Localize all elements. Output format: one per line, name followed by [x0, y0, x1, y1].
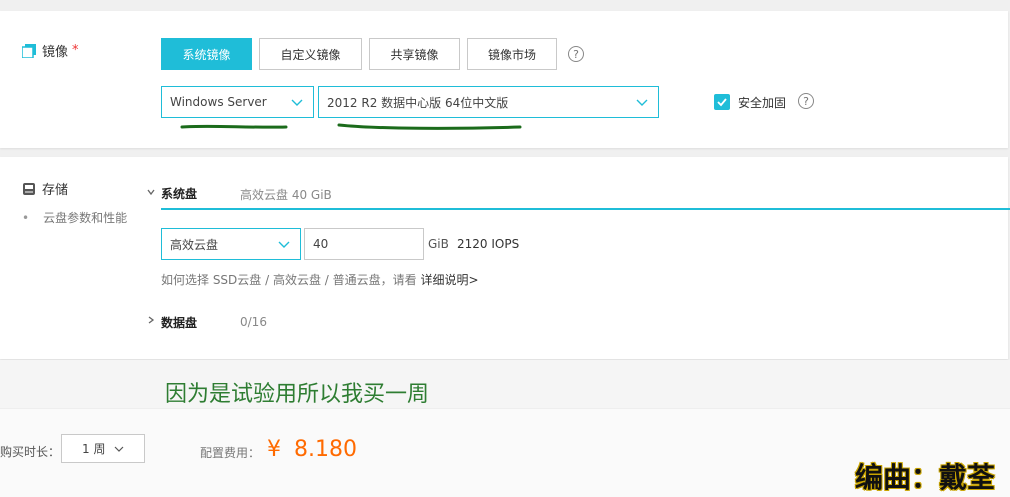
- fee-value: ¥ 8.180: [267, 437, 357, 462]
- version-select-value: 2012 R2 数据中心版 64位中文版: [327, 95, 509, 110]
- tab-label: 系统镜像: [182, 47, 231, 62]
- image-label-text: 镜像: [42, 45, 69, 60]
- chevron-right-icon[interactable]: [146, 314, 156, 328]
- tab-system-image[interactable]: 系统镜像: [161, 38, 252, 70]
- data-disk-label[interactable]: 数据盘: [161, 314, 197, 331]
- duration-label: 购买时长：: [0, 445, 61, 459]
- disk-iops: 2120 IOPS: [457, 237, 520, 251]
- duration-select[interactable]: 1 周: [61, 434, 145, 463]
- fee-currency: ¥: [267, 437, 281, 462]
- fee-amount: 8.180: [294, 437, 357, 462]
- chevron-down-icon: [278, 238, 290, 253]
- tab-shared-image[interactable]: 共享镜像: [369, 38, 460, 70]
- image-card: 镜像 * 系统镜像 自定义镜像 共享镜像 镜像市场 ? Windows Serv…: [0, 11, 1008, 148]
- os-select-value: Windows Server: [170, 95, 267, 109]
- chevron-down-icon: [636, 96, 648, 111]
- image-help-icon[interactable]: ?: [568, 46, 584, 62]
- disk-icon: [22, 182, 36, 196]
- help-glyph: ?: [803, 94, 809, 108]
- required-mark: *: [72, 43, 79, 58]
- disk-hint-text: 如何选择 SSD云盘 / 高效云盘 / 普通云盘，请看: [161, 273, 417, 287]
- data-disk-count: 0/16: [240, 315, 267, 329]
- storage-sub-item[interactable]: • 云盘参数和性能: [22, 209, 127, 226]
- duration-value: 1 周: [82, 442, 106, 456]
- disk-size-input[interactable]: 40: [304, 228, 424, 260]
- chevron-down-icon: [291, 96, 303, 111]
- marker-underline-version: [337, 123, 522, 130]
- storage-sub-item-text: 云盘参数和性能: [43, 211, 128, 225]
- security-hardening-label: 安全加固: [738, 96, 787, 110]
- tab-label: 镜像市场: [487, 47, 536, 62]
- security-hardening-checkbox[interactable]: [714, 94, 730, 110]
- detail-link[interactable]: 详细说明>: [420, 273, 478, 287]
- handwritten-annotation: 因为是试验用所以我买一周: [165, 382, 430, 407]
- watermark-credit: 编曲：戴荃: [855, 461, 996, 494]
- top-strip: [0, 0, 1010, 10]
- fee-label: 配置费用：: [200, 446, 261, 460]
- disk-size-unit: GiB: [428, 237, 449, 251]
- tab-image-market[interactable]: 镜像市场: [467, 38, 557, 70]
- disk-type-value: 高效云盘: [170, 237, 219, 252]
- chevron-collapse-icon[interactable]: [146, 186, 156, 200]
- os-select[interactable]: Windows Server: [161, 86, 314, 118]
- storage-section-label: 存储: [22, 179, 68, 198]
- bullet-dot: •: [22, 211, 30, 225]
- marker-underline-os: [180, 124, 288, 129]
- storage-card: 存储 • 云盘参数和性能 系统盘 高效云盘 40 GiB 高效云盘 40 GiB …: [0, 157, 1010, 359]
- checkmark-icon: [716, 93, 728, 112]
- security-help-icon[interactable]: ?: [798, 93, 814, 109]
- chevron-down-icon: [114, 443, 124, 457]
- system-disk-label[interactable]: 系统盘: [161, 185, 197, 202]
- tab-custom-image[interactable]: 自定义镜像: [259, 38, 362, 70]
- disk-hint: 如何选择 SSD云盘 / 高效云盘 / 普通云盘，请看 详细说明>: [161, 271, 479, 288]
- version-select[interactable]: 2012 R2 数据中心版 64位中文版: [318, 86, 659, 118]
- tab-label: 共享镜像: [390, 47, 439, 62]
- disk-size-value: 40: [313, 237, 329, 251]
- system-disk-divider: [161, 208, 1010, 210]
- disk-type-select[interactable]: 高效云盘: [161, 228, 301, 260]
- help-glyph: ?: [573, 47, 579, 61]
- tab-label: 自定义镜像: [280, 47, 341, 62]
- image-section-label: 镜像 *: [22, 41, 79, 60]
- image-stack-icon: [22, 43, 36, 58]
- system-disk-summary: 高效云盘 40 GiB: [240, 188, 332, 202]
- storage-label-text: 存储: [42, 183, 69, 198]
